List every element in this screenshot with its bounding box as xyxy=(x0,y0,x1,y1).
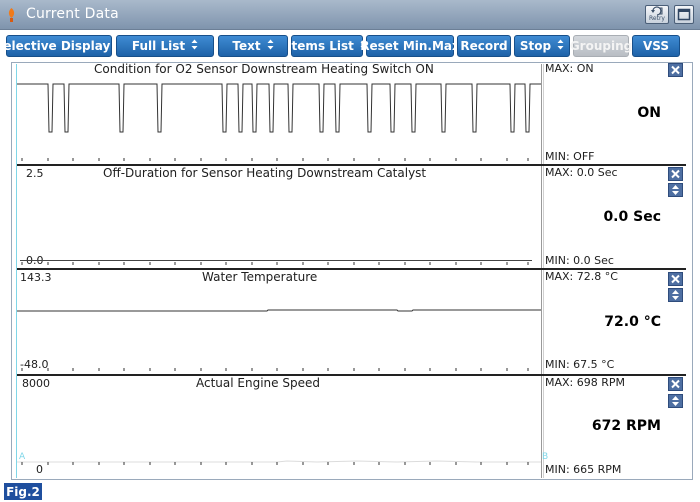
up-down-arrow-icon xyxy=(672,290,679,300)
title-bar: Current Data Retry xyxy=(0,0,700,30)
graph-3-current-value: 72.0 °C xyxy=(604,314,661,330)
graph-3-move-button[interactable] xyxy=(668,288,683,302)
graph-1-plot xyxy=(17,83,541,133)
graph-1-close-button[interactable] xyxy=(668,63,683,77)
graph-2-axis-top: 2.5 xyxy=(26,167,44,180)
figure-label: Fig.2 xyxy=(4,483,42,500)
cursor-marker-b[interactable]: B xyxy=(542,452,548,462)
window-title: Current Data xyxy=(26,6,119,22)
graph-4-ticks xyxy=(21,462,529,465)
record-label: Record xyxy=(460,39,508,53)
spinner-icon xyxy=(557,39,564,53)
graph-2-min: MIN: 0.0 Sec xyxy=(545,254,614,267)
reset-min-max-button[interactable]: Reset Min.Max xyxy=(360,35,460,57)
graph-3-ticks xyxy=(21,368,529,371)
spinner-icon xyxy=(191,39,198,53)
maximize-button[interactable] xyxy=(674,5,694,24)
vss-label: VSS xyxy=(642,39,670,53)
graph-4-move-button[interactable] xyxy=(668,394,683,408)
graph-1-min: MIN: OFF xyxy=(545,150,595,163)
graph-1-title: Condition for O2 Sensor Downstream Heati… xyxy=(94,62,434,76)
close-icon xyxy=(671,274,680,284)
grouping-label: Grouping xyxy=(569,39,633,53)
close-icon xyxy=(671,169,680,179)
graph-2-ticks xyxy=(21,262,529,265)
graph-3-axis-top: 143.3 xyxy=(20,271,52,284)
graph-4-min: MIN: 665 RPM xyxy=(545,463,622,476)
value-column-divider-inner xyxy=(543,64,544,478)
spinner-icon xyxy=(267,39,274,53)
up-down-arrow-icon xyxy=(672,396,679,406)
graph-2-title: Off-Duration for Sensor Heating Downstre… xyxy=(103,166,427,180)
selective-display-label: Selective Display xyxy=(0,39,111,53)
close-icon xyxy=(671,379,680,389)
items-list-button[interactable]: Items List xyxy=(287,35,367,57)
maximize-icon xyxy=(677,8,691,21)
text-button[interactable]: Text xyxy=(218,35,288,57)
graph-1-max: MAX: ON xyxy=(545,62,594,75)
graph-3-min: MIN: 67.5 °C xyxy=(545,358,615,371)
app-icon xyxy=(8,8,15,22)
retry-label: Retry xyxy=(649,15,665,22)
full-list-button[interactable]: Full List xyxy=(116,35,214,57)
retry-button[interactable]: Retry xyxy=(645,5,669,24)
graph-4-close-button[interactable] xyxy=(668,377,683,391)
vss-button[interactable]: VSS xyxy=(632,35,680,57)
record-button[interactable]: Record xyxy=(457,35,511,57)
graph-4-max: MAX: 698 RPM xyxy=(545,376,626,389)
stop-label: Stop xyxy=(519,39,552,53)
graph-3-plot xyxy=(17,309,541,312)
graph-3-max: MAX: 72.8 °C xyxy=(545,270,618,283)
text-label: Text xyxy=(232,39,261,53)
graph-4-axis-top: 8000 xyxy=(22,377,50,390)
graph-1-ticks xyxy=(21,158,529,161)
close-icon xyxy=(671,65,680,75)
up-down-arrow-icon xyxy=(672,185,679,195)
graph-4-current-value: 672 RPM xyxy=(591,418,661,434)
toolbar: Selective Display Full List Text Items L… xyxy=(0,31,700,61)
graph-3-signal-line xyxy=(17,309,541,312)
selective-display-button[interactable]: Selective Display xyxy=(0,35,123,57)
graph-2-current-value: 0.0 Sec xyxy=(603,209,661,225)
reset-min-max-label: Reset Min.Max xyxy=(360,39,460,53)
graph-1-current-value: ON xyxy=(637,105,661,121)
graph-1-signal-line xyxy=(17,83,541,133)
stop-button[interactable]: Stop xyxy=(514,35,570,57)
graph-2-move-button[interactable] xyxy=(668,183,683,197)
graph-2-max: MAX: 0.0 Sec xyxy=(545,166,618,179)
graph-3-title: Water Temperature xyxy=(202,270,318,284)
graph-3-close-button[interactable] xyxy=(668,272,683,286)
graph-4-title: Actual Engine Speed xyxy=(196,376,320,390)
value-column-divider xyxy=(541,64,542,478)
grouping-button: Grouping xyxy=(569,35,633,57)
graph-2-close-button[interactable] xyxy=(668,167,683,181)
items-list-label: Items List xyxy=(287,39,354,53)
full-list-label: Full List xyxy=(131,39,186,53)
